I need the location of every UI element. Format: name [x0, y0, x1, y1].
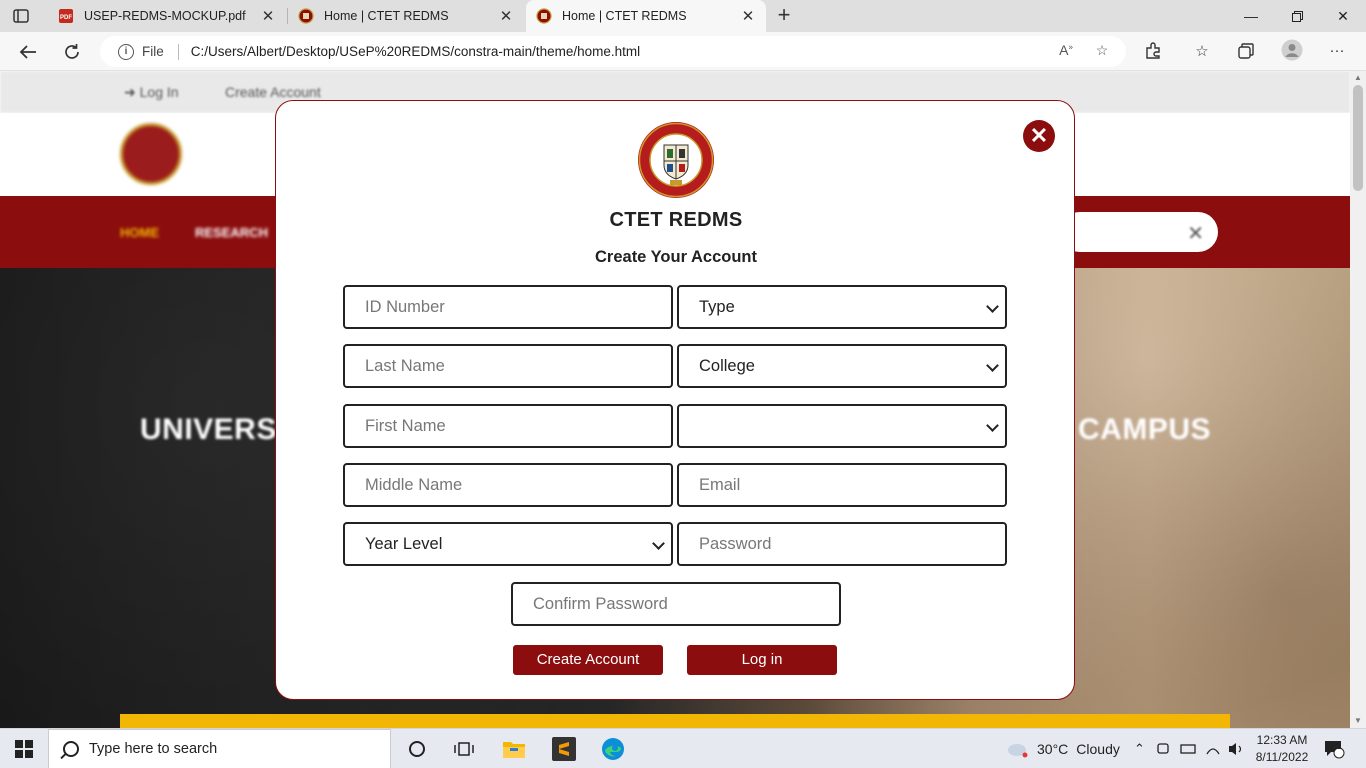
browser-toolbar: i File C:/Users/Albert/Desktop/USeP%20RE…	[0, 32, 1366, 71]
hero-accent-strip	[120, 714, 1230, 728]
minimize-button[interactable]: —	[1228, 0, 1274, 32]
program-select[interactable]	[677, 404, 1007, 448]
task-view-icon[interactable]	[444, 733, 484, 765]
file-explorer-icon[interactable]	[494, 733, 534, 765]
extensions-icon[interactable]	[1143, 42, 1163, 62]
modal-subtitle: Create Your Account	[595, 248, 757, 266]
login-button[interactable]: Log in	[687, 645, 837, 675]
pdf-icon: PDF	[59, 9, 73, 23]
taskbar-search-input[interactable]: Type here to search	[48, 729, 391, 768]
notification-count: 1	[1336, 741, 1342, 751]
restore-button[interactable]	[1274, 0, 1320, 32]
first-name-field[interactable]: First Name	[343, 404, 673, 448]
address-divider	[177, 43, 179, 60]
tab-actions-icon[interactable]	[10, 6, 32, 26]
site-login-link[interactable]: ➜ Log In	[124, 84, 179, 101]
site-login-label: Log In	[139, 84, 179, 100]
tab-title: Home | CTET REDMS	[562, 9, 687, 23]
cloudy-weather-icon	[1008, 744, 1028, 758]
last-name-field[interactable]: Last Name	[343, 344, 673, 388]
read-aloud-icon[interactable]: A»	[1056, 42, 1076, 62]
windows-icon	[15, 740, 33, 758]
close-tab-icon[interactable]: ✕	[498, 7, 514, 25]
hero-title-left: UNIVERS	[140, 413, 277, 446]
tab-title: USEP-REDMS-MOCKUP.pdf	[84, 9, 246, 23]
close-icon[interactable]: ✕	[1187, 221, 1204, 246]
hero-title-right: CAMPUS	[1078, 413, 1212, 446]
usep-seal-icon	[298, 8, 314, 24]
year-level-select[interactable]: Year Level	[343, 522, 673, 566]
scroll-down-icon[interactable]: ▼	[1350, 714, 1366, 728]
modal-title: CTET REDMS	[609, 209, 743, 231]
usep-seal-logo	[638, 122, 714, 198]
more-options-icon[interactable]: ···	[1327, 42, 1347, 62]
address-bar[interactable]: i File C:/Users/Albert/Desktop/USeP%20RE…	[100, 36, 1126, 67]
create-account-modal: ✕ CTET REDMS Create Your Account ID Numb…	[275, 100, 1075, 700]
weather-temp: 30°C	[1037, 741, 1069, 757]
back-button[interactable]	[14, 38, 42, 66]
search-icon	[63, 741, 79, 757]
close-window-button[interactable]: ✕	[1320, 0, 1366, 32]
scrollbar-thumb[interactable]	[1353, 85, 1363, 191]
nav-home[interactable]: HOME	[120, 225, 159, 240]
notification-center-button[interactable]: 1	[1324, 729, 1346, 768]
sublime-text-icon[interactable]	[544, 733, 584, 765]
edge-browser-icon[interactable]	[593, 733, 633, 765]
show-hidden-icons[interactable]: ⌃	[1134, 729, 1145, 768]
browser-tab-strip: PDF USEP-REDMS-MOCKUP.pdf ✕ Home | CTET …	[0, 0, 1366, 32]
usep-seal-icon	[536, 8, 552, 24]
windows-taskbar: Type here to search 30°C Cloudy ⌃ 12:33 …	[0, 728, 1366, 768]
college-select[interactable]: College	[677, 344, 1007, 388]
tab-title: Home | CTET REDMS	[324, 9, 449, 23]
info-icon[interactable]: i	[118, 43, 134, 60]
system-tray-icons[interactable]	[1157, 729, 1249, 768]
middle-name-field[interactable]: Middle Name	[343, 463, 673, 507]
close-tab-icon[interactable]: ✕	[260, 7, 276, 25]
site-create-account-link[interactable]: Create Account	[225, 84, 321, 100]
nav-research[interactable]: RESEARCH	[195, 225, 268, 240]
close-tab-icon[interactable]: ✕	[740, 7, 756, 25]
new-tab-button[interactable]: +	[772, 4, 796, 28]
site-logo[interactable]	[120, 123, 182, 185]
profile-avatar[interactable]	[1281, 39, 1303, 61]
browser-tab-pdf[interactable]: PDF USEP-REDMS-MOCKUP.pdf ✕	[48, 0, 286, 32]
id-number-field[interactable]: ID Number	[343, 285, 673, 329]
create-account-button[interactable]: Create Account	[513, 645, 663, 675]
clock-date: 8/11/2022	[1255, 750, 1309, 764]
browser-tab-home-1[interactable]: Home | CTET REDMS ✕	[288, 0, 524, 32]
address-url[interactable]: C:/Users/Albert/Desktop/USeP%20REDMS/con…	[191, 44, 640, 59]
cortana-icon[interactable]	[397, 733, 437, 765]
taskbar-search-placeholder: Type here to search	[89, 741, 218, 757]
favorites-icon[interactable]: ☆	[1192, 42, 1212, 62]
site-search-input[interactable]: ✕	[1060, 212, 1218, 252]
confirm-password-field[interactable]: Confirm Password	[511, 582, 841, 626]
start-button[interactable]	[0, 729, 48, 768]
svg-text:PDF: PDF	[60, 15, 72, 21]
weather-widget[interactable]: 30°C Cloudy	[1006, 729, 1120, 768]
page-scrollbar[interactable]: ▲ ▼	[1350, 71, 1366, 728]
refresh-button[interactable]	[58, 38, 86, 66]
weather-condition: Cloudy	[1076, 741, 1120, 757]
collections-icon[interactable]	[1236, 42, 1256, 62]
scroll-up-icon[interactable]: ▲	[1350, 71, 1366, 85]
browser-tab-home-active[interactable]: Home | CTET REDMS ✕	[526, 0, 766, 32]
close-modal-button[interactable]: ✕	[1023, 120, 1055, 152]
add-favorite-icon[interactable]: ☆	[1092, 42, 1112, 62]
email-field[interactable]: Email	[677, 463, 1007, 507]
address-scheme: File	[142, 44, 164, 59]
taskbar-clock[interactable]: 12:33 AM 8/11/2022	[1252, 732, 1312, 766]
clock-time: 12:33 AM	[1256, 733, 1308, 747]
type-select[interactable]: Type	[677, 285, 1007, 329]
password-field[interactable]: Password	[677, 522, 1007, 566]
